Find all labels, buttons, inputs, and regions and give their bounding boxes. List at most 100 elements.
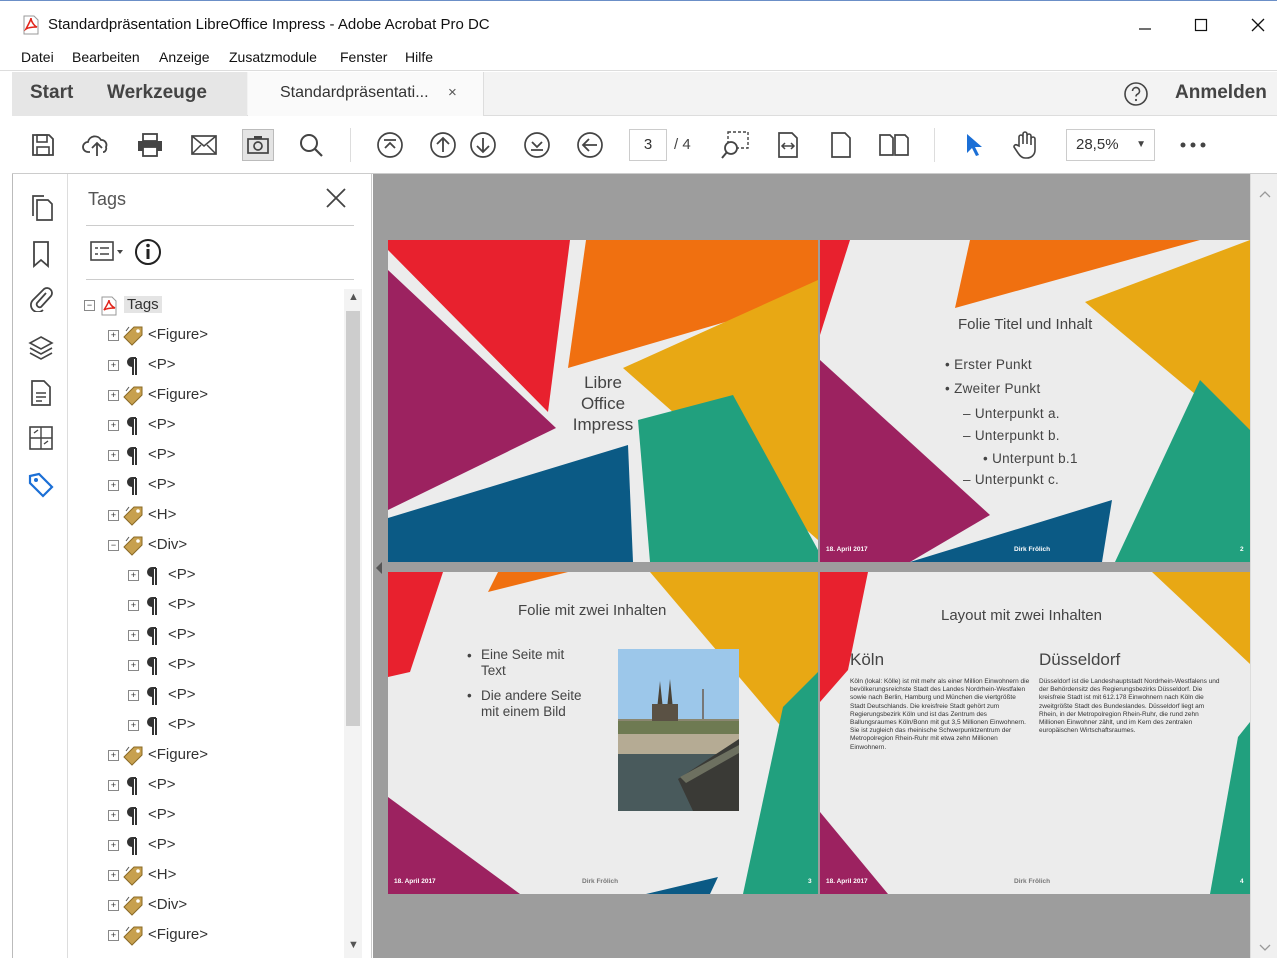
close-panel-icon[interactable]: [324, 186, 348, 210]
expand-node-icon[interactable]: +: [108, 750, 119, 761]
page-number-input[interactable]: 3: [629, 129, 667, 161]
expand-node-icon[interactable]: +: [128, 570, 139, 581]
help-icon[interactable]: [1123, 81, 1149, 107]
scroll-up-icon[interactable]: ▲: [348, 291, 359, 303]
menu-bearbeiten[interactable]: Bearbeiten: [72, 49, 140, 65]
next-page-button[interactable]: [467, 129, 499, 161]
hand-tool-button[interactable]: [1010, 129, 1042, 161]
expand-node-icon[interactable]: +: [128, 600, 139, 611]
signin-button[interactable]: Anmelden: [1175, 82, 1267, 104]
single-page-button[interactable]: [825, 129, 857, 161]
more-tools-button[interactable]: [1177, 129, 1209, 161]
slide-2-author: Dirk Frölich: [1014, 546, 1051, 553]
paragraph-icon: [122, 475, 144, 497]
scroll-down-icon[interactable]: [1259, 944, 1271, 952]
document-scrollbar[interactable]: [1250, 174, 1277, 958]
toolbar: 3 / 4 28,5% ▼: [12, 116, 1277, 174]
slide-4[interactable]: Layout mit zwei Inhalten Köln Köln (loka…: [820, 572, 1250, 894]
layers-button[interactable]: [27, 334, 55, 362]
expand-node-icon[interactable]: +: [128, 720, 139, 731]
previous-page-button[interactable]: [427, 129, 459, 161]
select-tool-button[interactable]: [957, 129, 989, 161]
collapse-node-icon[interactable]: −: [84, 300, 95, 311]
page-thumbnails-button[interactable]: [27, 194, 55, 222]
slide-3[interactable]: Folie mit zwei Inhalten • Eine Seite mit…: [388, 572, 818, 894]
tab-bar: Start Werkzeuge Standardpräsentati... × …: [12, 72, 1277, 116]
zoom-select[interactable]: 28,5% ▼: [1066, 129, 1155, 161]
expand-node-icon[interactable]: +: [108, 900, 119, 911]
menu-datei[interactable]: Datei: [21, 49, 54, 65]
tag-icon: [122, 865, 144, 887]
slide-4-col1-title: Köln: [850, 650, 885, 669]
arrow-down-circle-icon: [470, 132, 496, 158]
bookmarks-button[interactable]: [27, 240, 55, 268]
expand-node-icon[interactable]: +: [108, 480, 119, 491]
menu-zusatzmodule[interactable]: Zusatzmodule: [229, 49, 317, 65]
close-window-button[interactable]: [1235, 9, 1277, 41]
bookmark-icon: [33, 241, 49, 268]
expand-node-icon[interactable]: +: [108, 360, 119, 371]
order-icon: [29, 426, 53, 450]
expand-node-icon[interactable]: +: [108, 930, 119, 941]
first-page-button[interactable]: [374, 129, 406, 161]
order-button[interactable]: [27, 424, 55, 452]
expand-node-icon[interactable]: +: [108, 810, 119, 821]
expand-node-icon[interactable]: +: [128, 630, 139, 641]
expand-node-icon[interactable]: +: [108, 510, 119, 521]
last-page-button[interactable]: [521, 129, 553, 161]
info-icon[interactable]: [134, 238, 162, 266]
options-menu-icon[interactable]: [90, 240, 130, 264]
slide-4-date: 18. April 2017: [826, 878, 868, 885]
scroll-down-icon[interactable]: ▼: [348, 939, 359, 951]
snapshot-button[interactable]: [242, 129, 274, 161]
expand-node-icon[interactable]: +: [108, 450, 119, 461]
save-button[interactable]: [27, 129, 59, 161]
attachments-button[interactable]: [27, 284, 55, 312]
tags-button[interactable]: [27, 471, 55, 499]
fit-width-button[interactable]: [772, 129, 804, 161]
minimize-button[interactable]: [1122, 9, 1168, 41]
expand-node-icon[interactable]: +: [108, 420, 119, 431]
zoom-value: 28,5%: [1076, 136, 1119, 153]
slide-2-bullet: • Zweiter Punkt: [945, 381, 1041, 396]
two-page-button[interactable]: [878, 129, 910, 161]
back-button[interactable]: [574, 129, 606, 161]
tab-document[interactable]: Standardpräsentati... ×: [248, 72, 484, 116]
scrollbar-thumb[interactable]: [346, 311, 360, 726]
close-tab-button[interactable]: ×: [448, 84, 457, 101]
marquee-zoom-button[interactable]: [719, 129, 751, 161]
expand-node-icon[interactable]: +: [128, 690, 139, 701]
navigation-rail: [12, 174, 68, 958]
bullet-dot: •: [467, 648, 472, 663]
print-button[interactable]: [134, 129, 166, 161]
search-button[interactable]: [295, 129, 327, 161]
more-dots-icon: [1180, 142, 1206, 148]
slide-background: [388, 572, 818, 894]
slide-2[interactable]: Folie Titel und Inhalt • Erster Punkt • …: [820, 240, 1250, 562]
menu-hilfe[interactable]: Hilfe: [405, 49, 433, 65]
tab-werkzeuge[interactable]: Werkzeuge: [107, 82, 207, 104]
collapse-node-icon[interactable]: −: [108, 540, 119, 551]
expand-node-icon[interactable]: +: [108, 840, 119, 851]
expand-node-icon[interactable]: +: [108, 390, 119, 401]
expand-node-icon[interactable]: +: [128, 660, 139, 671]
scroll-up-icon[interactable]: [1259, 190, 1271, 198]
email-button[interactable]: [188, 129, 220, 161]
collapse-panel-icon[interactable]: [375, 561, 383, 575]
tree-scrollbar[interactable]: ▲ ▼: [344, 289, 362, 958]
expand-node-icon[interactable]: +: [108, 330, 119, 341]
expand-node-icon[interactable]: +: [108, 780, 119, 791]
tag-tree-label: <P>: [148, 836, 176, 853]
menu-fenster[interactable]: Fenster: [340, 49, 387, 65]
divider: [86, 279, 354, 280]
menu-anzeige[interactable]: Anzeige: [159, 49, 210, 65]
slide-4-col1-text: Köln (lokal: Kölle) ist mit mehr als ein…: [850, 678, 1030, 751]
slide-1[interactable]: Libre Office Impress: [388, 240, 818, 562]
content-button[interactable]: [27, 379, 55, 407]
maximize-button[interactable]: [1178, 9, 1224, 41]
expand-node-icon[interactable]: +: [108, 870, 119, 881]
tab-start[interactable]: Start: [30, 82, 73, 104]
upload-cloud-button[interactable]: [81, 129, 113, 161]
tag-tree-label: <P>: [168, 716, 196, 733]
tag-tree-label: <Figure>: [148, 926, 209, 943]
